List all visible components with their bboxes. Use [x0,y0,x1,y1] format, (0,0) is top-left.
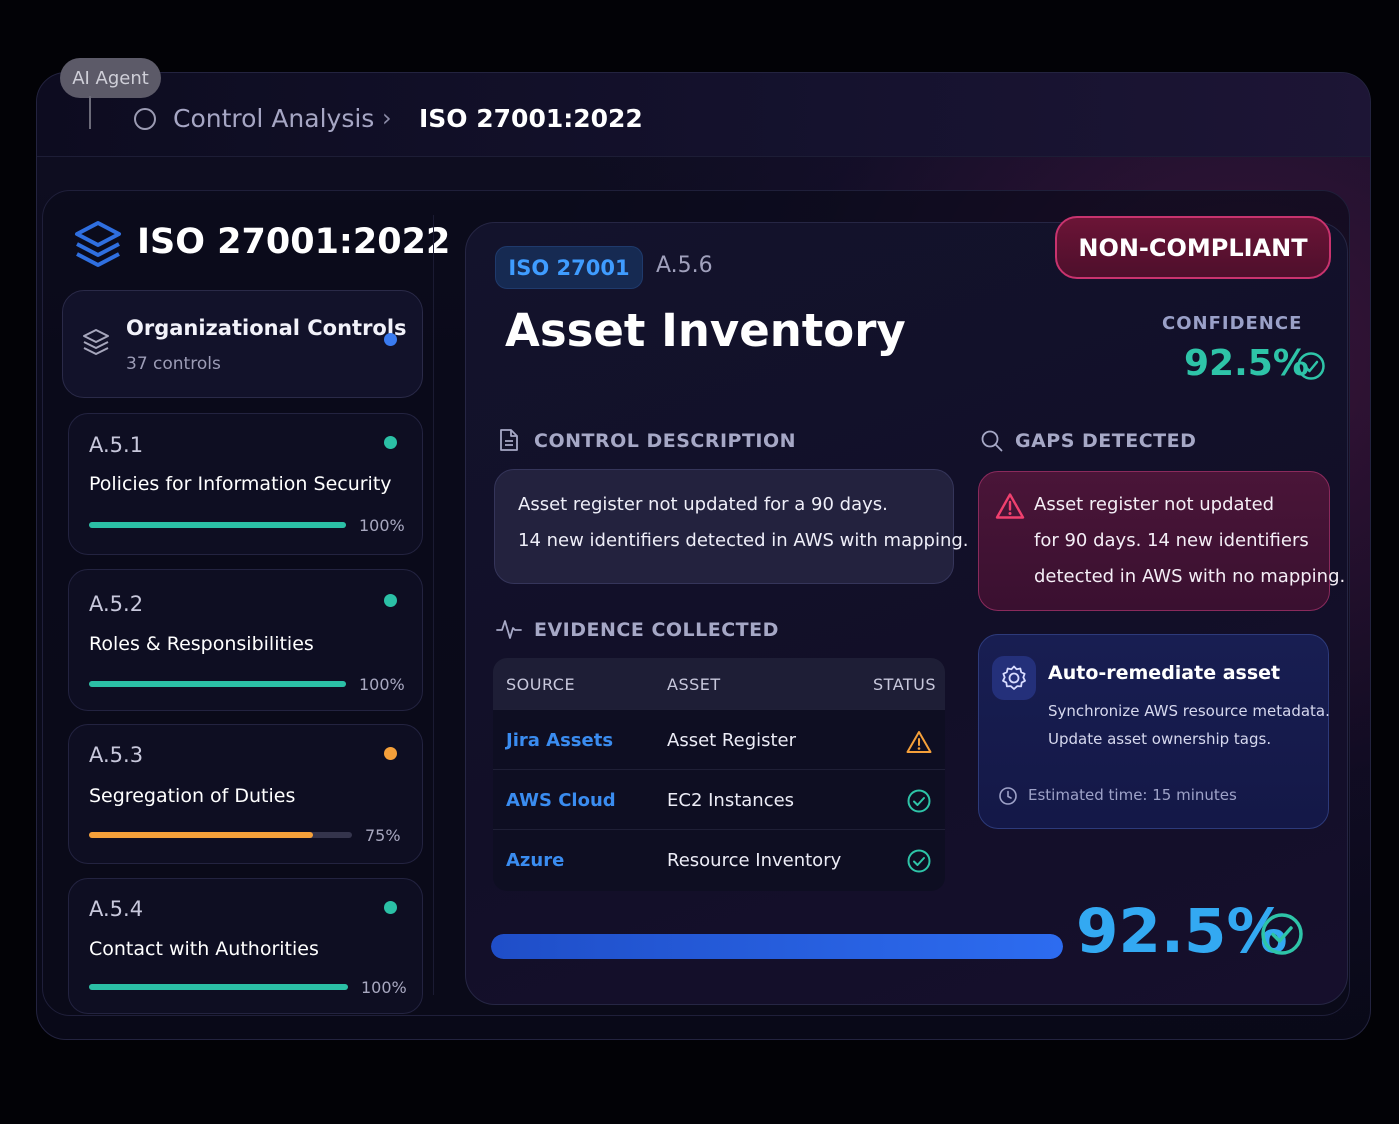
check-circle-icon [1297,352,1325,380]
table-row[interactable]: Jira Assets Asset Register [493,709,945,769]
progress-fill [89,681,346,687]
search-icon [981,430,1003,452]
progress-bar [89,984,348,990]
agent-connector-line [89,96,91,129]
gap-text-line: Asset register not updated [1034,494,1275,515]
progress-fill [89,522,346,528]
column-header-asset: ASSET [667,675,721,694]
status-dot [384,333,397,346]
framework-tag: ISO 27001 [495,246,643,289]
clock-icon [999,787,1017,805]
progress-label: 75% [365,826,401,845]
warning-icon [995,493,1025,519]
overall-progress-fill [491,934,1063,959]
evidence-asset: Asset Register [667,730,797,751]
control-id: A.5.2 [89,592,144,616]
chevron-right-icon: › [382,104,392,132]
control-name: Contact with Authorities [89,938,319,960]
overall-confidence-value: 92.5% [1076,896,1288,967]
breadcrumb-control-analysis[interactable]: Control Analysis [173,104,374,133]
control-name: Roles & Responsibilities [89,633,314,655]
section-heading-gaps: GAPS DETECTED [1015,430,1197,452]
page-title: Asset Inventory [505,304,906,357]
group-count: 37 controls [126,354,221,374]
activity-icon [496,620,522,639]
description-line: Asset register not updated for a 90 days… [518,494,888,515]
document-icon [500,429,518,451]
evidence-table: SOURCE ASSET STATUS Jira Assets Asset Re… [493,658,945,891]
progress-bar [89,832,352,838]
control-name: Segregation of Duties [89,785,296,807]
table-row[interactable]: Azure Resource Inventory [493,829,945,889]
gear-icon [1002,665,1026,690]
sidebar-title: ISO 27001:2022 [137,222,451,262]
section-heading-description: CONTROL DESCRIPTION [534,430,797,452]
ai-agent-badge[interactable]: AI Agent [60,58,161,98]
table-row[interactable]: AWS Cloud EC2 Instances [493,769,945,829]
layers-icon [83,329,109,355]
evidence-source-link[interactable]: Azure [506,850,564,871]
control-id-label: A.5.6 [656,253,713,278]
column-header-source: SOURCE [506,675,576,694]
breadcrumb-current: ISO 27001:2022 [419,104,643,133]
description-line: 14 new identifiers detected in AWS with … [518,530,969,551]
evidence-source-link[interactable]: AWS Cloud [506,790,616,811]
remediation-step: Update asset ownership tags. [1048,730,1272,748]
evidence-asset: Resource Inventory [667,850,842,871]
group-title: Organizational Controls [126,316,407,340]
status-dot [384,594,397,607]
status-badge: NON-COMPLIANT [1055,216,1331,279]
gap-text-line: detected in AWS with no mapping. [1034,566,1346,587]
sidebar-group-organizational-controls[interactable] [62,290,423,398]
confidence-value: 92.5% [1184,343,1309,384]
section-heading-evidence: EVIDENCE COLLECTED [534,619,779,641]
sidebar-divider [433,215,434,995]
column-header-status: STATUS [873,675,937,694]
check-circle-icon [1261,913,1303,955]
control-id: A.5.1 [89,433,144,457]
status-dot [384,901,397,914]
check-circle-icon [907,849,931,873]
evidence-asset: EC2 Instances [667,790,795,811]
remediation-step: Synchronize AWS resource metadata. [1048,702,1330,720]
progress-bar [89,681,346,687]
layers-icon [75,221,121,267]
evidence-source-link[interactable]: Jira Assets [506,730,613,751]
control-name: Policies for Information Security [89,473,392,495]
warning-icon [906,731,932,753]
gear-icon-container [992,656,1036,700]
overall-progress-bar [491,934,1063,959]
check-circle-icon [907,789,931,813]
circle-icon [134,108,156,130]
remediation-title: Auto-remediate asset [1048,662,1281,684]
table-header: SOURCE ASSET STATUS [493,658,945,709]
remediation-estimate: Estimated time: 15 minutes [1028,786,1237,804]
progress-label: 100% [359,516,405,535]
control-description-box [494,469,954,584]
control-id: A.5.4 [89,897,144,921]
progress-fill [89,984,348,990]
gap-text-line: for 90 days. 14 new identifiers [1034,530,1309,551]
progress-label: 100% [359,675,405,694]
progress-label: 100% [361,978,407,997]
status-dot [384,747,397,760]
progress-fill [89,832,313,838]
progress-bar [89,522,346,528]
control-id: A.5.3 [89,743,144,767]
status-dot [384,436,397,449]
confidence-label: CONFIDENCE [1162,313,1303,334]
